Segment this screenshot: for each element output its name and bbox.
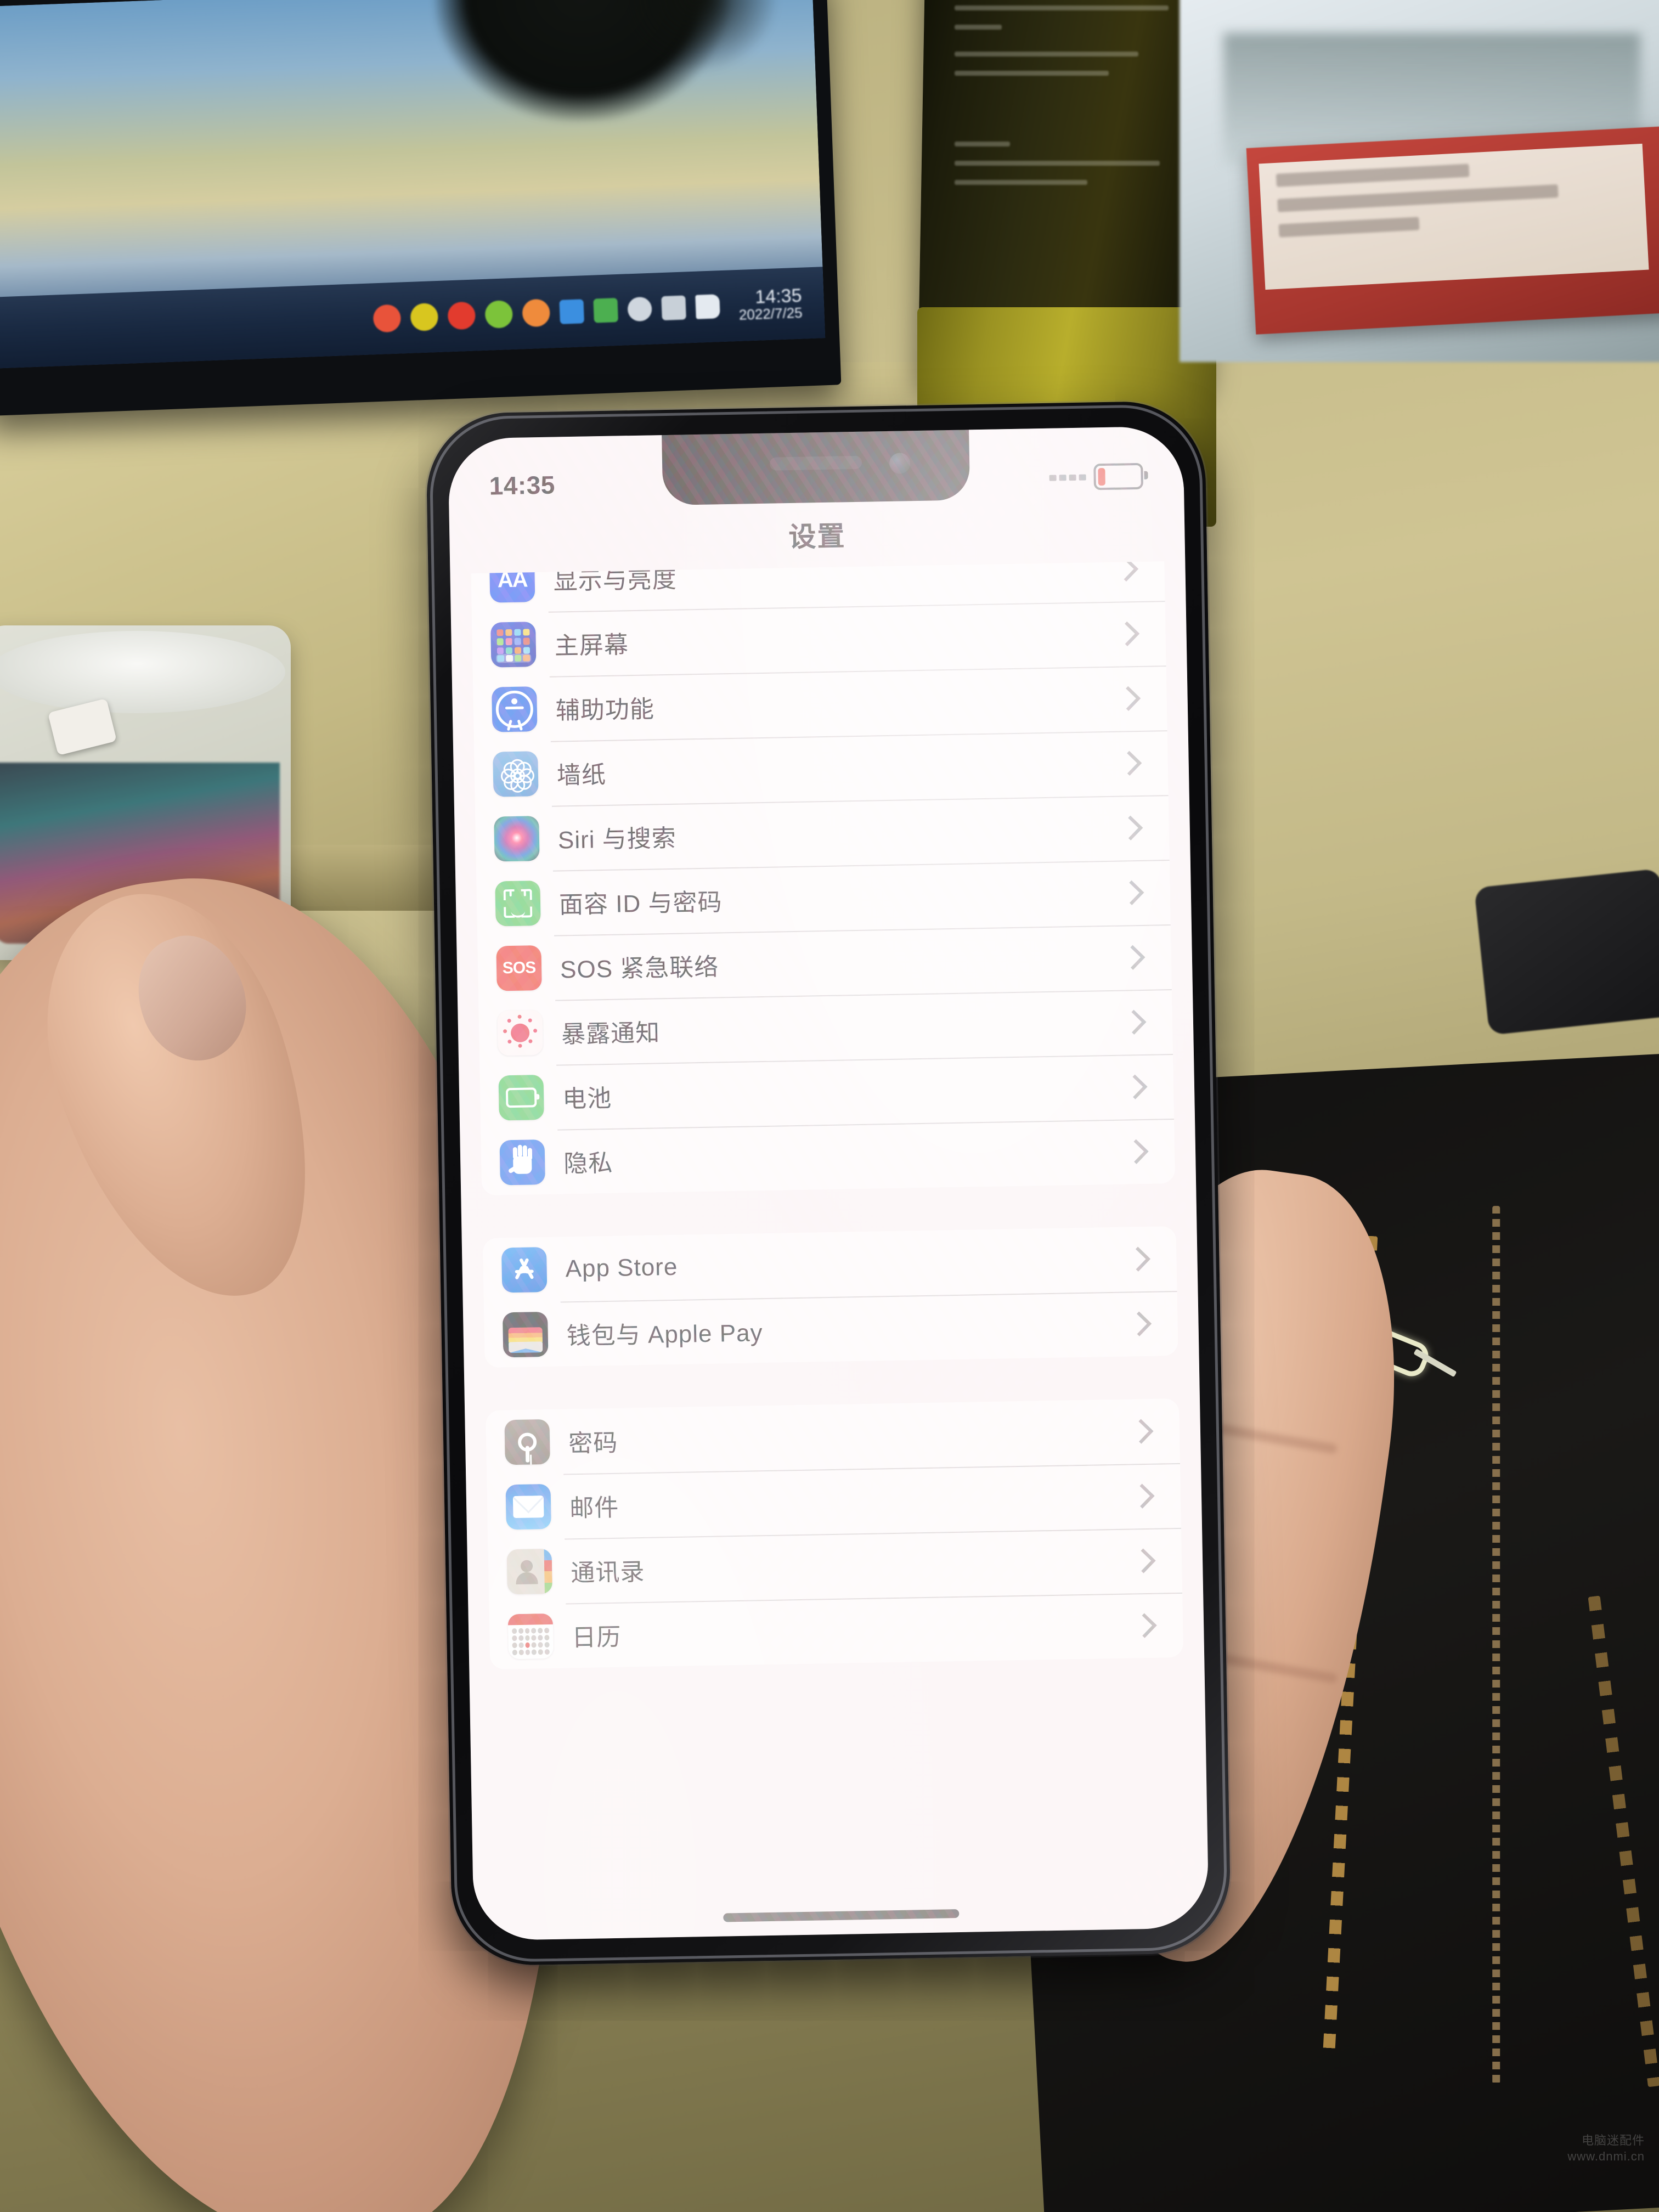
calendar-icon [507,1613,554,1660]
dock-icon-7 [593,297,619,323]
accessibility-icon [492,686,538,732]
row-label: 暴露通知 [561,1019,661,1048]
cellular-signal-icon [1049,474,1086,481]
row-label: App Store [565,1253,678,1283]
sos-icon: SOS [496,945,542,991]
wallet-icon [503,1311,549,1358]
earpiece-speaker-icon [769,455,862,471]
row-label: 墙纸 [556,761,607,789]
row-label: 钱包与 Apple Pay [566,1319,763,1350]
settings-row-emergency-sos[interactable]: SOS SOS 紧急联络 [477,924,1172,1001]
phone-screen[interactable]: 14:35 设置 AA 显示与亮度 主屏幕 辅助功能 墙纸 Siri 与搜索 面… [448,426,1209,1941]
settings-group-accounts: 密码 邮件 通讯录 日历 [486,1398,1184,1669]
dock-icon-2 [410,303,439,331]
watermark-line-1: 电脑迷配件 [1581,2133,1645,2147]
settings-group-store: App Store 钱包与 Apple Pay [482,1226,1178,1368]
settings-row-app-store[interactable]: App Store [483,1226,1177,1303]
privacy-hand-icon [499,1139,545,1186]
mail-icon [505,1483,551,1530]
row-label: Siri 与搜索 [557,825,677,854]
volume-icon [695,294,721,319]
siri-icon [494,816,540,862]
dark-accessory [1474,868,1659,1036]
settings-row-passwords[interactable]: 密码 [486,1398,1180,1475]
settings-row-face-id[interactable]: 面容 ID 与密码 [476,860,1171,936]
row-label: 主屏幕 [554,631,629,660]
row-label: 通讯录 [570,1558,645,1587]
battery-icon [1093,462,1144,490]
settings-row-calendar[interactable]: 日历 [489,1593,1183,1669]
passwords-key-icon [504,1419,550,1465]
iphone-device: 14:35 设置 AA 显示与亮度 主屏幕 辅助功能 墙纸 Siri 与搜索 面… [425,400,1232,1967]
wallpaper-tree-2 [614,0,783,77]
taskbar-clock: 14:35 2022/7/25 [738,285,803,324]
photo-watermark: 电脑迷配件 www.dnmi.cn [1567,2132,1645,2165]
dock-icon-3 [447,301,476,330]
face-id-icon [495,881,541,927]
exposure-notification-icon [497,1010,543,1056]
tray-icon-2 [661,295,687,321]
calendar-text-glyphs [1276,155,1632,272]
tray-icon-1 [627,296,653,322]
settings-row-privacy[interactable]: 隐私 [481,1119,1175,1195]
dock-icon-6 [559,299,585,324]
row-label: 电池 [562,1085,612,1113]
settings-row-home-screen[interactable]: 主屏幕 [472,601,1166,678]
wallpaper-icon [493,751,539,797]
settings-row-battery[interactable]: 电池 [479,1054,1174,1131]
dock-icon-5 [522,298,551,328]
row-label: 邮件 [569,1494,619,1522]
watermark-line-2: www.dnmi.cn [1567,2149,1645,2164]
row-label: 密码 [568,1429,618,1458]
settings-row-contacts[interactable]: 通讯录 [488,1528,1182,1605]
row-label: SOS 紧急联络 [560,953,719,984]
status-bar-time: 14:35 [489,470,556,500]
home-screen-icon [490,622,537,668]
settings-row-exposure-notifications[interactable]: 暴露通知 [478,989,1173,1066]
notch [662,427,970,506]
contacts-icon [506,1548,552,1595]
settings-row-accessibility[interactable]: 辅助功能 [473,665,1167,742]
settings-list[interactable]: AA 显示与亮度 主屏幕 辅助功能 墙纸 Siri 与搜索 面容 ID 与密码 … [450,561,1209,1940]
settings-row-mail[interactable]: 邮件 [487,1463,1181,1540]
taskbar-date: 2022/7/25 [738,304,803,324]
app-store-icon [501,1246,548,1293]
battery-settings-icon [498,1075,544,1121]
dock-icon-4 [484,300,514,329]
jar-lid [0,631,285,713]
front-camera-icon [889,453,911,474]
row-label: 辅助功能 [555,696,655,725]
settings-group-display: AA 显示与亮度 主屏幕 辅助功能 墙纸 Siri 与搜索 面容 ID 与密码 … [470,561,1176,1196]
status-bar-indicators [1048,439,1144,491]
taskbar-time: 14:35 [754,285,803,308]
settings-row-wallet-apple-pay[interactable]: 钱包与 Apple Pay [484,1291,1178,1368]
dock-icon-1 [373,304,402,333]
row-label: 日历 [571,1623,622,1652]
row-label: 隐私 [563,1149,613,1178]
settings-row-siri-search[interactable]: Siri 与搜索 [475,795,1170,872]
row-label: 面容 ID 与密码 [558,889,723,919]
monitor-screen: 14:35 2022/7/25 [0,0,826,369]
computer-monitor: 14:35 2022/7/25 [0,0,842,416]
taskbar-icon-row [373,292,721,333]
spray-can-label [955,5,1169,199]
settings-row-wallpaper[interactable]: 墙纸 [474,730,1169,807]
